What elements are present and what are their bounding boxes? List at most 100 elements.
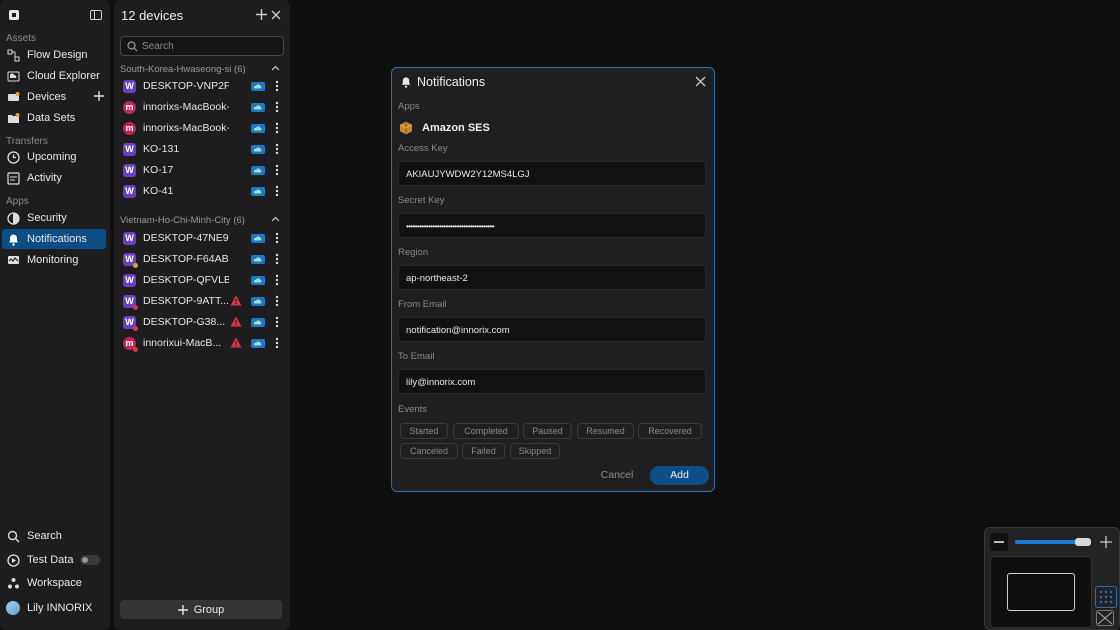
sidebar-search-label: Search: [27, 530, 62, 542]
group-name: South-Korea-Hwaseong-si (6): [120, 64, 246, 75]
sidebar-item-flow-design[interactable]: Flow Design: [2, 45, 106, 65]
secret-key-input[interactable]: ••••••••••••••••••••••••••••••••••••••••: [398, 213, 706, 238]
windows-device-icon: W: [123, 231, 136, 245]
device-row[interactable]: W DESKTOP-9ATT...: [120, 291, 286, 311]
device-name: KO-131: [143, 143, 180, 155]
more-options-icon[interactable]: [275, 143, 279, 155]
amazon-ses-icon: [399, 121, 413, 135]
sidebar-item-cloud-explorer[interactable]: Cloud Explorer: [2, 66, 106, 86]
more-options-icon[interactable]: [275, 295, 279, 307]
test-data-toggle[interactable]: [80, 555, 100, 565]
sidebar-item-label: Cloud Explorer: [27, 70, 100, 82]
chevron-up-icon[interactable]: [271, 64, 280, 73]
device-name: DESKTOP-VNP2F9R: [143, 80, 229, 92]
minimap[interactable]: [990, 556, 1092, 628]
more-options-icon[interactable]: [275, 101, 279, 113]
more-options-icon[interactable]: [275, 253, 279, 265]
add-button[interactable]: Add: [650, 466, 709, 485]
device-row[interactable]: W DESKTOP-F64ABAF: [120, 249, 286, 269]
device-row[interactable]: W DESKTOP-VNP2F9R: [120, 76, 286, 96]
sidebar-item-label: Flow Design: [27, 49, 88, 61]
event-chip-paused[interactable]: Paused: [523, 423, 572, 439]
device-row[interactable]: W KO-41: [120, 181, 286, 201]
from-email-input[interactable]: notification@innorix.com: [398, 317, 706, 342]
zoom-in-button[interactable]: [1098, 533, 1114, 551]
device-row[interactable]: m innorixs-MacBook-Air: [120, 97, 286, 117]
cloud-sync-icon: [251, 103, 265, 112]
add-icon[interactable]: [256, 9, 268, 21]
test-data-row: Test Data: [2, 550, 106, 570]
sidebar-item-activity[interactable]: Activity: [2, 168, 106, 188]
grid-toggle-button[interactable]: [1095, 586, 1117, 608]
avatar: [6, 601, 20, 615]
user-profile-button[interactable]: Lily INNORIX: [2, 598, 106, 618]
sidebar-item-devices[interactable]: Devices: [2, 87, 106, 107]
event-chip-canceled[interactable]: Canceled: [400, 443, 458, 459]
event-chip-started[interactable]: Started: [400, 423, 448, 439]
event-chip-failed[interactable]: Failed: [462, 443, 505, 459]
event-chip-resumed[interactable]: Resumed: [577, 423, 634, 439]
zoom-out-button[interactable]: [990, 533, 1008, 551]
selected-app[interactable]: Amazon SES: [399, 121, 490, 135]
region-input[interactable]: ap-northeast-2: [398, 265, 706, 290]
device-name: DESKTOP-F64ABAF: [143, 253, 229, 265]
add-device-icon[interactable]: [94, 91, 104, 101]
sidebar-item-notifications[interactable]: Notifications: [2, 229, 106, 249]
cloud-sync-icon: [251, 124, 265, 133]
windows-device-icon: W: [123, 315, 138, 331]
search-icon: [126, 40, 138, 52]
to-email-input[interactable]: lily@innorix.com: [398, 369, 706, 394]
device-row[interactable]: W DESKTOP-QFVLBIQ: [120, 270, 286, 290]
more-options-icon[interactable]: [275, 316, 279, 328]
event-chip-recovered[interactable]: Recovered: [638, 423, 702, 439]
access-key-input[interactable]: AKIAUJYWDW2Y12MS4LGJ: [398, 161, 706, 186]
sidebar-item-upcoming[interactable]: Upcoming: [2, 147, 106, 167]
device-row[interactable]: W KO-131: [120, 139, 286, 159]
group-header-south-korea[interactable]: South-Korea-Hwaseong-si (6): [120, 64, 284, 75]
devices-icon: [6, 90, 20, 104]
add-group-button[interactable]: Group: [120, 600, 282, 619]
warning-icon: [230, 316, 242, 328]
close-icon[interactable]: [695, 76, 706, 87]
device-row[interactable]: W DESKTOP-47NE9NI: [120, 228, 286, 248]
event-chip-completed[interactable]: Completed: [453, 423, 519, 439]
workspace-icon: [6, 576, 20, 590]
more-options-icon[interactable]: [275, 337, 279, 349]
more-options-icon[interactable]: [275, 164, 279, 176]
minimap-viewport[interactable]: [1007, 573, 1075, 611]
device-row[interactable]: m innorixui-MacB...: [120, 333, 286, 353]
device-row[interactable]: W DESKTOP-G38...: [120, 312, 286, 332]
group-header-vietnam[interactable]: Vietnam-Ho-Chi-Minh-City (6): [120, 215, 284, 226]
flow-icon: [6, 48, 20, 62]
more-options-icon[interactable]: [275, 274, 279, 286]
sidebar-toggle-icon[interactable]: [90, 9, 102, 21]
sidebar-item-label: Notifications: [27, 233, 87, 245]
windows-device-icon: W: [123, 163, 136, 177]
device-row[interactable]: W KO-17: [120, 160, 286, 180]
more-options-icon[interactable]: [275, 185, 279, 197]
close-icon[interactable]: [271, 9, 283, 21]
zoom-minimap-panel: [984, 527, 1120, 630]
status-dot: [133, 346, 138, 352]
workspace-button[interactable]: Workspace: [2, 573, 106, 593]
sidebar-item-monitoring[interactable]: Monitoring: [2, 250, 106, 270]
secret-key-label: Secret Key: [398, 195, 445, 206]
device-row[interactable]: m innorixs-MacBook-...: [120, 118, 286, 138]
device-search-input[interactable]: Search: [120, 36, 284, 56]
more-options-icon[interactable]: [275, 232, 279, 244]
status-dot: [133, 325, 138, 331]
section-label-transfers: Transfers: [6, 136, 48, 147]
more-options-icon[interactable]: [275, 80, 279, 92]
clock-icon: [6, 150, 20, 164]
section-label-assets: Assets: [6, 33, 37, 44]
snap-toggle-button[interactable]: [1095, 609, 1115, 627]
sidebar-search-button[interactable]: Search: [2, 526, 106, 546]
mac-device-icon: m: [123, 121, 136, 135]
sidebar-item-security[interactable]: Security: [2, 208, 106, 228]
cancel-button[interactable]: Cancel: [597, 466, 637, 484]
zoom-slider-handle[interactable]: [1075, 538, 1092, 546]
sidebar-item-data-sets[interactable]: Data Sets: [2, 108, 106, 128]
event-chip-skipped[interactable]: Skipped: [510, 443, 560, 459]
more-options-icon[interactable]: [275, 122, 279, 134]
chevron-up-icon[interactable]: [271, 215, 280, 224]
